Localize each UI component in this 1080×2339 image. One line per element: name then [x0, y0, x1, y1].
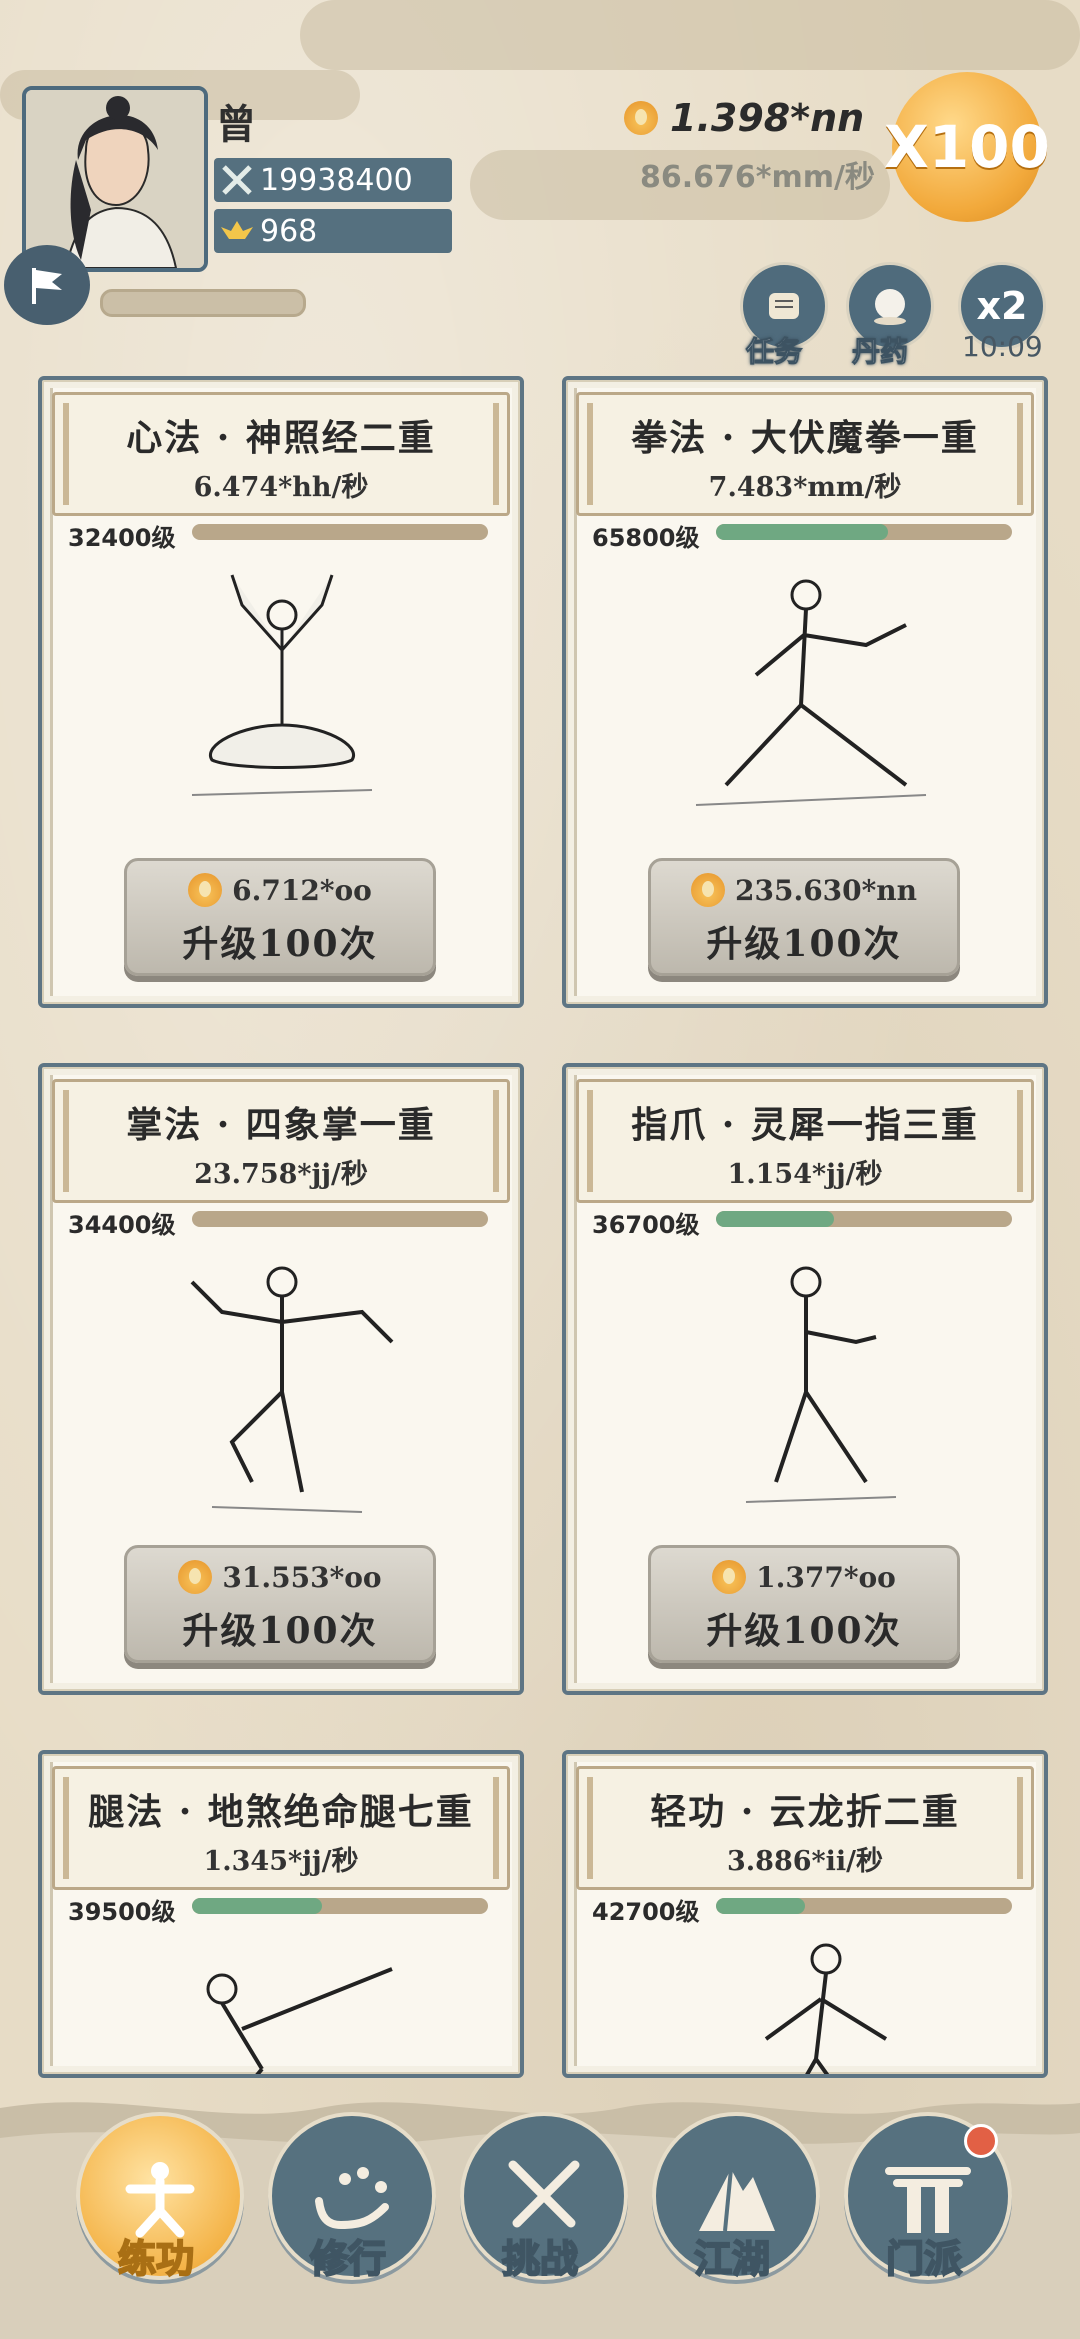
skill-level: 36700级 [592, 1211, 700, 1239]
upgrade-cost-value: 1.377*oo [756, 1560, 896, 1594]
flame-coin-icon [178, 1560, 213, 1594]
upgrade-cost: 6.712*oo [127, 873, 433, 907]
pill-icon [874, 289, 906, 325]
scroll-icon [769, 293, 799, 319]
pill-label: 丹药 [851, 335, 909, 369]
martial-artist-illustration [764, 1943, 888, 2074]
skill-card[interactable]: 轻功 · 云龙折二重 3.886*ii/秒 42700级 [562, 1750, 1048, 2078]
task-label: 任务 [745, 335, 803, 369]
multiplier-button[interactable]: X100 [884, 72, 1050, 222]
cloud-decoration [300, 0, 1080, 70]
upgrade-label: 升级100次 [182, 1610, 378, 1652]
skill-name: 指爪 · 灵犀一指三重 [631, 1104, 979, 1146]
skill-level: 32400级 [68, 524, 176, 552]
notification-dot [964, 2124, 998, 2158]
skill-name: 拳法 · 大伏魔拳一重 [631, 417, 979, 459]
flame-coin-icon [624, 101, 658, 135]
skill-title-frame: 轻功 · 云龙折二重 3.886*ii/秒 [576, 1766, 1034, 1890]
skill-title-frame: 指爪 · 灵犀一指三重 1.154*jj/秒 [576, 1079, 1034, 1203]
upgrade-button[interactable]: 6.712*oo 升级100次 [124, 858, 436, 976]
level-progress-bar [716, 524, 1012, 540]
nav-challenge-label: 挑战 [501, 2235, 579, 2282]
upgrade-cost-value: 31.553*oo [222, 1560, 382, 1594]
skill-level: 34400级 [68, 1211, 176, 1239]
skill-card[interactable]: 指爪 · 灵犀一指三重 1.154*jj/秒 36700级 1.377*oo 升级100… [562, 1063, 1048, 1695]
martial-artist-illustration [206, 1967, 393, 2074]
skill-title-frame: 拳法 · 大伏魔拳一重 7.483*mm/秒 [576, 392, 1034, 516]
upgrade-button[interactable]: 1.377*oo 升级100次 [648, 1545, 960, 1663]
skill-card[interactable]: 心法 · 神照经二重 6.474*hh/秒 32400级 6.712*oo 升级100次 [38, 376, 524, 1008]
nav-cultivate-label: 修行 [309, 2235, 387, 2282]
skill-card[interactable]: 腿法 · 地煞绝命腿七重 1.345*jj/秒 39500级 [38, 1750, 524, 2078]
skill-name: 心法 · 神照经二重 [126, 417, 436, 459]
martial-artist-illustration [695, 579, 927, 806]
martial-artist-illustration [745, 1266, 897, 1503]
skill-title-frame: 掌法 · 四象掌一重 23.758*jj/秒 [52, 1079, 510, 1203]
skill-level: 42700级 [592, 1898, 700, 1926]
skill-speed: 3.886*ii/秒 [726, 1846, 884, 1877]
flag-badge[interactable] [4, 245, 90, 325]
upgrade-button[interactable]: 31.553*oo 升级100次 [124, 1545, 436, 1663]
level-progress-bar [716, 1898, 1012, 1914]
level-progress-fill [716, 1898, 805, 1914]
flag-icon [32, 268, 62, 304]
upgrade-cost-value: 6.712*oo [232, 873, 372, 907]
skill-speed: 1.345*jj/秒 [203, 1846, 359, 1877]
skill-title-frame: 心法 · 神照经二重 6.474*hh/秒 [52, 392, 510, 516]
upgrade-label: 升级100次 [706, 923, 902, 965]
upgrade-label: 升级100次 [182, 923, 378, 965]
upgrade-button[interactable]: 235.630*nn 升级100次 [648, 858, 960, 976]
currency-display: 1.398*nn [624, 96, 864, 140]
skill-name: 轻功 · 云龙折二重 [650, 1791, 960, 1833]
crossed-swords-icon [214, 158, 260, 202]
nav-practice-label: 练功 [117, 2235, 195, 2282]
flame-coin-icon [188, 873, 223, 907]
upgrade-label: 升级100次 [706, 1610, 902, 1652]
upgrade-cost-value: 235.630*nn [735, 873, 917, 907]
level-progress-bar [716, 1211, 1012, 1227]
ingot-stat: 968 [214, 209, 452, 253]
martial-artist-illustration [191, 574, 373, 796]
power-value: 19938400 [260, 162, 413, 198]
level-progress-fill [716, 1211, 835, 1227]
level-progress-bar [192, 1211, 488, 1227]
speed-x2-label: x2 [976, 284, 1028, 328]
skill-speed: 7.483*mm/秒 [708, 472, 902, 503]
nav-sect-label: 门派 [885, 2235, 963, 2282]
flame-coin-icon [712, 1560, 747, 1594]
skill-speed: 23.758*jj/秒 [194, 1159, 368, 1190]
boost-timer: 10:09 [962, 330, 1043, 363]
skill-name: 腿法 · 地煞绝命腿七重 [88, 1791, 474, 1833]
skill-level: 65800级 [592, 524, 700, 552]
guild-progress-bar [100, 289, 306, 317]
skill-speed: 6.474*hh/秒 [193, 472, 369, 503]
skill-title-frame: 腿法 · 地煞绝命腿七重 1.345*jj/秒 [52, 1766, 510, 1890]
upgrade-cost: 235.630*nn [651, 873, 957, 907]
skill-name: 掌法 · 四象掌一重 [126, 1104, 436, 1146]
power-stat: 19938400 [214, 158, 452, 202]
upgrade-cost: 1.377*oo [651, 1560, 957, 1594]
level-progress-fill [716, 524, 888, 540]
skill-speed: 1.154*jj/秒 [727, 1159, 883, 1190]
currency-amount: 1.398*nn [670, 96, 865, 140]
level-progress-bar [192, 524, 488, 540]
skill-card[interactable]: 拳法 · 大伏魔拳一重 7.483*mm/秒 65800级 235.630*nn 升级1… [562, 376, 1048, 1008]
level-progress-fill [192, 1898, 323, 1914]
gold-ingot-icon [214, 209, 260, 253]
nav-jianghu-label: 江湖 [693, 2235, 771, 2282]
level-progress-bar [192, 1898, 488, 1914]
martial-artist-illustration [190, 1266, 394, 1513]
upgrade-cost: 31.553*oo [127, 1560, 433, 1594]
player-name: 曾 [216, 101, 256, 148]
currency-rate: 86.676*mm/秒 [640, 160, 875, 195]
ingot-value: 968 [260, 213, 318, 249]
skill-card[interactable]: 掌法 · 四象掌一重 23.758*jj/秒 34400级 31.553*oo 升级10… [38, 1063, 524, 1695]
flame-coin-icon [691, 873, 725, 907]
skill-level: 39500级 [68, 1898, 176, 1926]
